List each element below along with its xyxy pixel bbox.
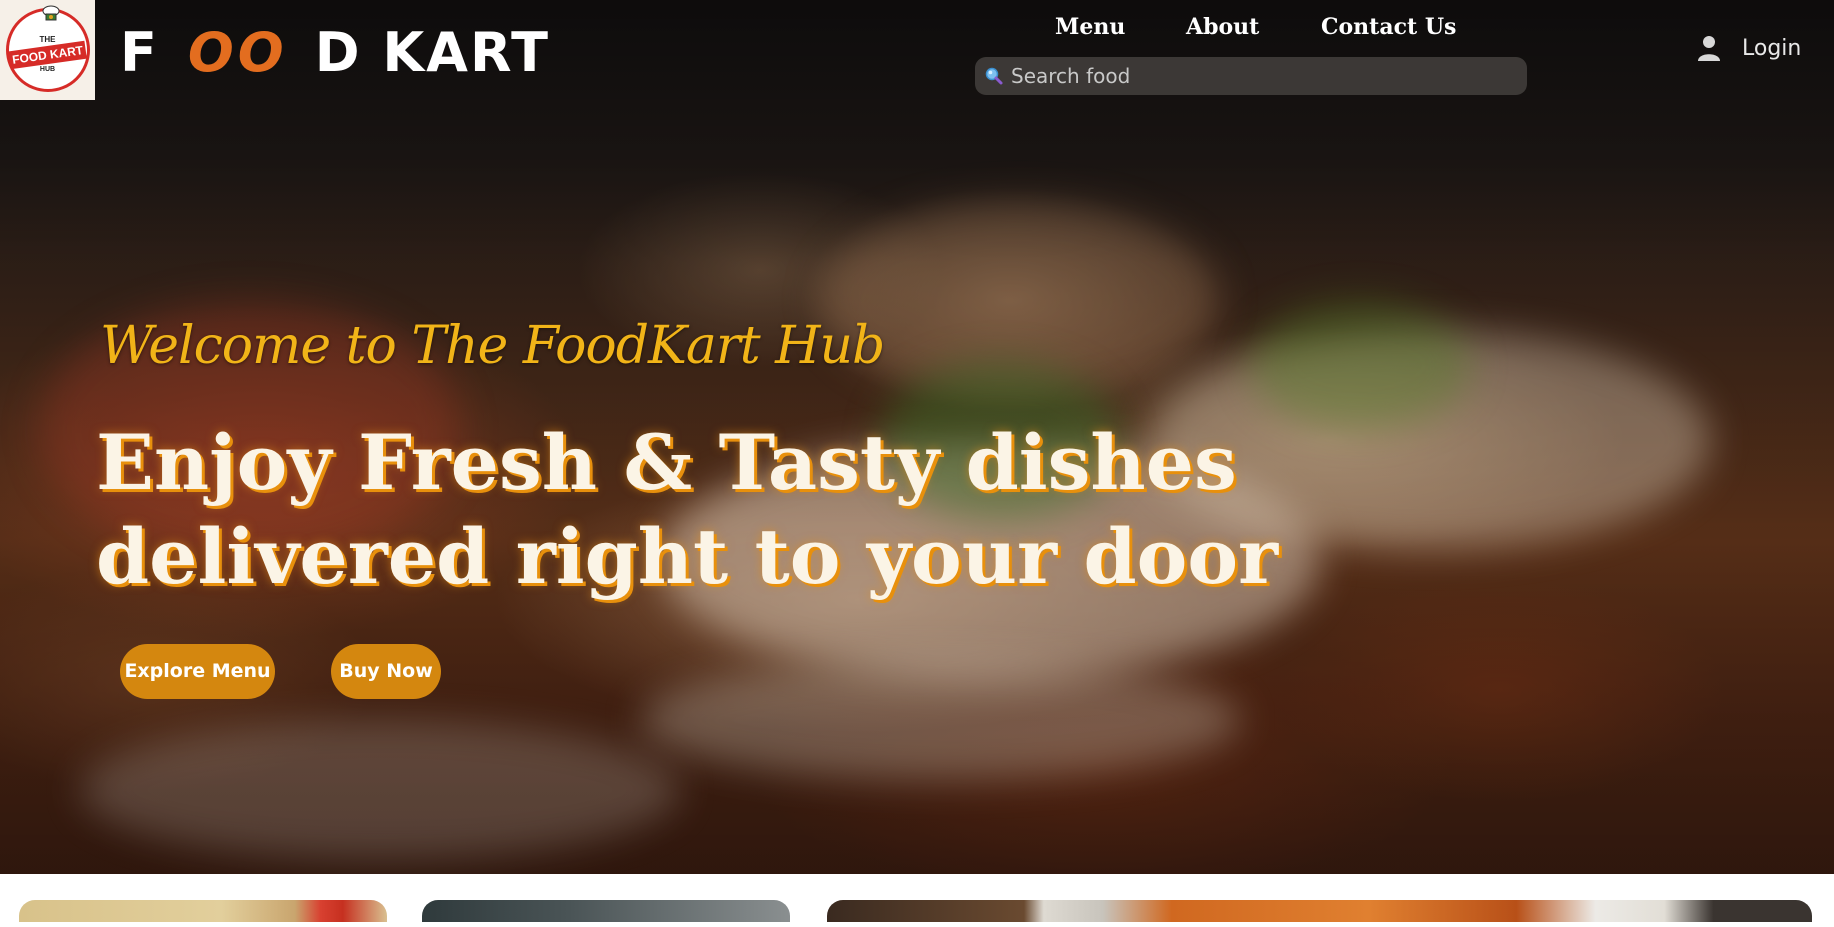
brand-name: F O O D KART (120, 20, 550, 84)
brand-rest: D KART (314, 20, 550, 84)
food-card-image[interactable] (19, 900, 387, 922)
nav-link-contact-us[interactable]: Contact Us (1321, 12, 1456, 42)
hero-headline-line: delivered right to your door (96, 512, 1279, 601)
search-input[interactable] (1011, 59, 1511, 93)
chef-hat-icon (42, 5, 59, 21)
hero-headline: Enjoy Fresh & Tasty dishes delivered rig… (96, 416, 1296, 604)
nav-link-menu[interactable]: Menu (1055, 12, 1125, 42)
food-card-image[interactable] (422, 900, 790, 922)
login-button[interactable]: Login (1696, 34, 1801, 62)
search-icon[interactable] (983, 65, 1005, 87)
logo-bottom-text: HUB (39, 66, 56, 73)
food-cards-strip (0, 874, 1834, 927)
logo[interactable]: THE FOOD KART HUB (0, 0, 95, 100)
login-label: Login (1742, 35, 1802, 61)
hero-headline-line: Enjoy Fresh & Tasty dishes (96, 418, 1237, 507)
buy-now-button[interactable]: Buy Now (331, 644, 441, 699)
brand-letter-f: F (120, 20, 159, 84)
nav-link-about[interactable]: About (1186, 12, 1259, 42)
search-bar (975, 57, 1527, 95)
logo-top-text: THE (39, 35, 56, 44)
logo-band-text: FOOD KART (7, 40, 88, 70)
welcome-text: Welcome to The FoodKart Hub (100, 316, 885, 376)
brand-letter-o: O (187, 20, 236, 84)
brand-letter-o: O (237, 20, 286, 84)
logo-badge: THE FOOD KART HUB (5, 5, 90, 92)
food-card-image[interactable] (827, 900, 1812, 922)
explore-menu-button[interactable]: Explore Menu (120, 644, 275, 699)
user-icon (1698, 36, 1720, 61)
